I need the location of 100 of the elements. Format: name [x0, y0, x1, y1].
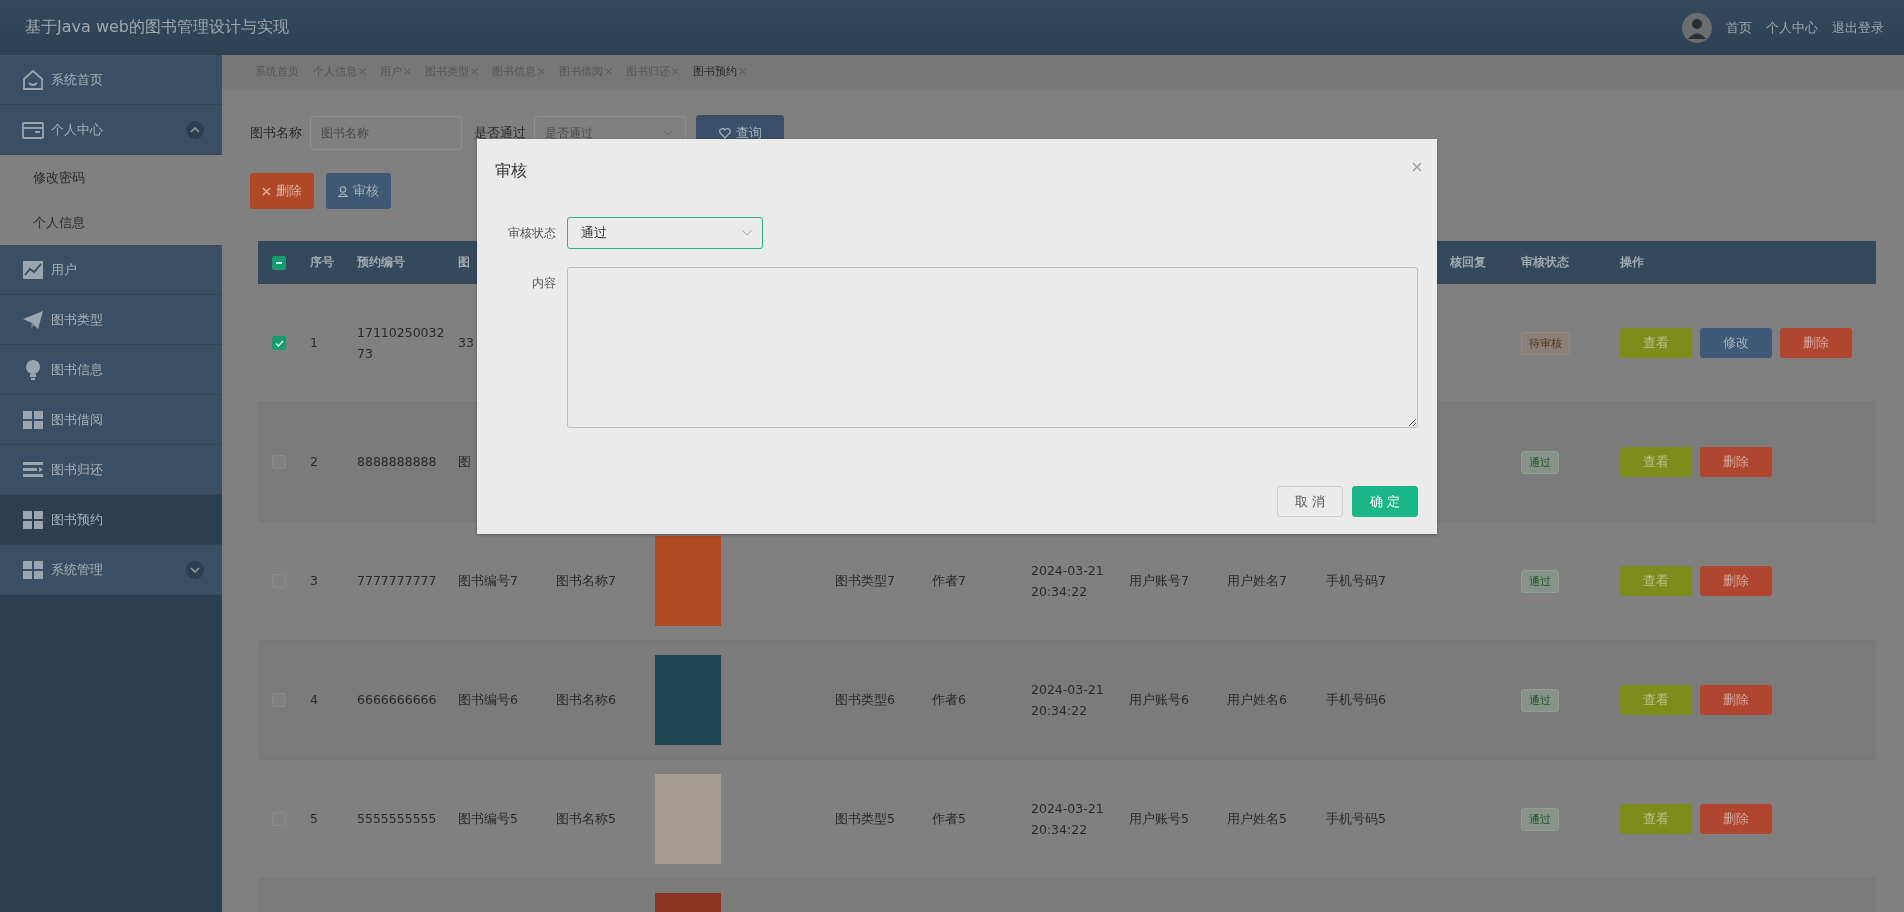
table-cell-text: 4 [310, 691, 318, 710]
check-icon [274, 339, 284, 347]
sidebar-item[interactable]: 个人中心 [0, 105, 222, 155]
sidebar-item[interactable]: 系统首页 [0, 55, 222, 105]
sidebar-item[interactable]: 图书归还 [0, 445, 222, 495]
table-cell-text: 作者5 [932, 810, 966, 829]
table-cell-text: 33 [458, 334, 474, 353]
sidebar-item[interactable]: 用户 [0, 245, 222, 295]
sidebar-item[interactable]: 图书借阅 [0, 395, 222, 445]
column-header: 核回复 [1450, 254, 1486, 271]
view-button[interactable]: 查看 [1620, 566, 1692, 596]
close-icon [605, 67, 612, 75]
table-cell-text: 2 [310, 453, 318, 472]
sidebar-item[interactable]: 图书信息 [0, 345, 222, 395]
delete-button[interactable]: 删除 [1700, 804, 1772, 834]
table-cell-text: 3 [310, 572, 318, 591]
table-cell-text: 2024-03-21 20:34:22 [1031, 799, 1105, 839]
delete-button[interactable]: 删除 [1780, 328, 1852, 358]
row-checkbox[interactable] [272, 336, 286, 350]
edit-button[interactable]: 修改 [1700, 328, 1772, 358]
delete-button[interactable]: 删除 [250, 173, 314, 209]
table-cell-text: 作者7 [932, 572, 966, 591]
table-cell-text: 图书类型6 [835, 691, 895, 710]
app-title: 基于Java web的图书管理设计与实现 [25, 17, 289, 38]
view-button[interactable]: 查看 [1620, 447, 1692, 477]
table-cell-text: 8888888888 [357, 453, 438, 472]
close-icon [538, 67, 545, 75]
nav-link[interactable]: 首页 [1726, 18, 1752, 37]
column-header: 操作 [1620, 254, 1644, 271]
table-cell-text: 图书编号6 [458, 691, 518, 710]
house-icon [21, 67, 45, 92]
table-cell-text: 6666666666 [357, 691, 438, 710]
close-icon [404, 67, 411, 75]
chevron-up-icon [186, 120, 204, 139]
table-cell-text: 图书名称5 [556, 810, 616, 829]
table-cell-text: 作者6 [932, 691, 966, 710]
table-cell-text: 1711025003273 [357, 323, 446, 363]
table-cell-text: 5555555555 [357, 810, 438, 829]
column-header: 序号 [310, 254, 334, 271]
delete-button[interactable]: 删除 [1700, 447, 1772, 477]
table-cell-text: 手机号码7 [1326, 572, 1386, 591]
table-cell-text: 图 [458, 453, 471, 472]
heart-icon [718, 127, 731, 139]
table-cell-text: 用户姓名7 [1227, 572, 1287, 591]
table-cell-text: 图书类型7 [835, 572, 895, 591]
status-tag: 通过 [1521, 569, 1559, 593]
view-button[interactable]: 查看 [1620, 804, 1692, 834]
status-tag: 待审核 [1521, 331, 1570, 355]
table-cell-text: 2024-03-21 20:34:22 [1031, 561, 1105, 601]
table-cell-text: 2024-03-21 20:34:22 [1031, 680, 1105, 720]
table-cell-text: 5 [310, 810, 318, 829]
status-tag: 通过 [1521, 807, 1559, 831]
table-cell-text: 图书编号7 [458, 572, 518, 591]
view-button[interactable]: 查看 [1620, 685, 1692, 715]
review-button[interactable]: 审核 [326, 173, 391, 209]
avatar-icon [1682, 12, 1712, 43]
cancel-button[interactable]: 取 消 [1277, 486, 1343, 517]
field-label: 是否通过 [474, 124, 526, 142]
nav-link[interactable]: 退出登录 [1832, 18, 1884, 37]
chevron-down-icon [663, 130, 673, 136]
chevron-down-icon [186, 560, 204, 579]
table-cell-text: 用户姓名6 [1227, 691, 1287, 710]
field-label: 图书名称 [250, 124, 302, 142]
select-all-checkbox[interactable] [272, 255, 286, 270]
delete-button[interactable]: 删除 [1700, 566, 1772, 596]
table-cell-text: 图书类型5 [835, 810, 895, 829]
sidebar-item[interactable]: 系统管理 [0, 545, 222, 595]
submenu-item[interactable]: 个人信息 [0, 200, 222, 245]
close-icon [672, 67, 679, 75]
chevron-down-icon [742, 230, 752, 236]
close-icon [262, 186, 271, 196]
field-label: 审核状态 [507, 225, 556, 242]
status-select[interactable]: 通过 [567, 217, 763, 249]
dialog-title: 审核 [495, 160, 527, 182]
close-icon [471, 67, 478, 75]
table-cell-text: 用户账号5 [1129, 810, 1189, 829]
close-icon [739, 67, 746, 75]
close-icon[interactable] [1412, 162, 1422, 172]
sidebar-item[interactable]: 图书类型 [0, 295, 222, 345]
status-tag: 通过 [1521, 688, 1559, 712]
status-tag: 通过 [1521, 450, 1559, 474]
delete-button[interactable]: 删除 [1700, 685, 1772, 715]
table-cell-text: 图书名称7 [556, 572, 616, 591]
table-cell-text: 1 [310, 334, 318, 353]
view-button[interactable]: 查看 [1620, 328, 1692, 358]
table-cell-text: 图书名称6 [556, 691, 616, 710]
confirm-button[interactable]: 确 定 [1352, 486, 1418, 517]
tab[interactable]: 图书预约 [693, 63, 746, 79]
nav-link[interactable]: 个人中心 [1766, 18, 1818, 37]
table-cell-text: 用户姓名5 [1227, 810, 1287, 829]
person-icon [338, 185, 348, 197]
table-cell-text: 用户账号6 [1129, 691, 1189, 710]
table-cell-text: 手机号码6 [1326, 691, 1386, 710]
column-header: 图 [458, 254, 470, 271]
content-textarea[interactable] [567, 267, 1418, 428]
table-cell-text: 手机号码5 [1326, 810, 1386, 829]
submenu-item[interactable]: 修改密码 [0, 155, 222, 200]
table-cell-text: 图书编号5 [458, 810, 518, 829]
table-cell-text: 用户账号7 [1129, 572, 1189, 591]
close-icon [359, 67, 366, 75]
